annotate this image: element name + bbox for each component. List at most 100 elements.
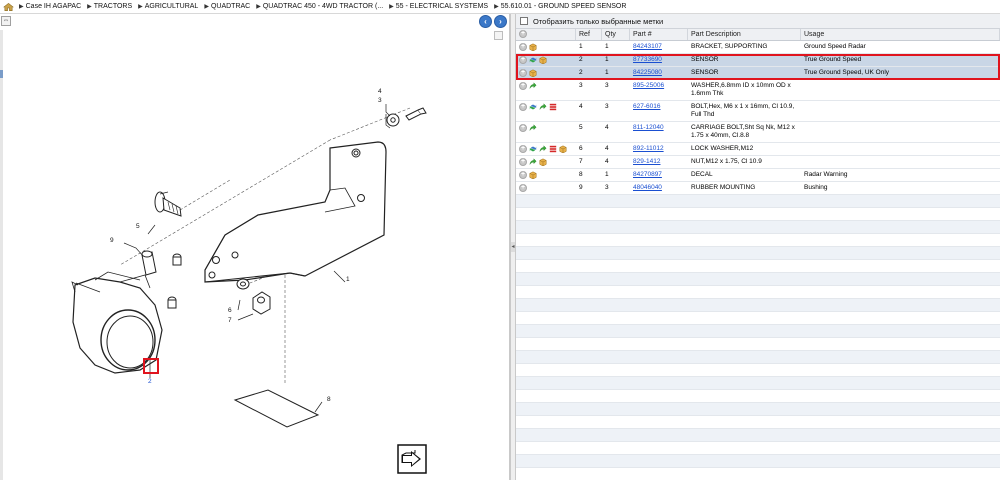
notes-list-icon[interactable]	[549, 145, 557, 153]
add-to-cart-icon[interactable]	[519, 184, 527, 192]
part-number-link[interactable]: 895-25006	[633, 82, 664, 89]
empty-row	[516, 403, 1000, 416]
cell-description: SENSOR	[691, 69, 719, 76]
cell-qty: 3	[605, 184, 609, 191]
notes-list-icon[interactable]	[549, 103, 557, 111]
add-to-cart-icon[interactable]	[519, 69, 527, 77]
package-icon[interactable]	[529, 69, 537, 77]
breadcrumb-item[interactable]: ▶ 55.610.01 - GROUND SPEED SENSOR	[494, 3, 626, 10]
table-row[interactable]: 8 1 84270897 DECAL Radar Warning	[516, 169, 1000, 182]
cell-description: CARRIAGE BOLT,Sht Sq Nk, M12 x 1.75 x 40…	[691, 124, 795, 139]
cell-ref: 7	[579, 158, 583, 165]
breadcrumb-label: QUADTRAC	[210, 3, 251, 10]
table-row[interactable]: 3 3 895-25006 WASHER,6.8mm ID x 10mm OD x 1…	[516, 80, 1000, 101]
empty-row	[516, 364, 1000, 377]
splitter-grip-icon[interactable]: ◂	[511, 242, 515, 252]
bracket-part[interactable]	[204, 141, 387, 283]
empty-row	[516, 286, 1000, 299]
part-number-link[interactable]: 811-12040	[633, 124, 664, 131]
cell-qty: 1	[605, 171, 609, 178]
sensor-part[interactable]	[71, 271, 163, 374]
empty-row	[516, 273, 1000, 286]
forward-arrow-icon[interactable]	[529, 124, 537, 132]
show-selected-only-checkbox[interactable]	[520, 17, 528, 25]
home-icon[interactable]	[3, 2, 14, 12]
cell-part-number: 48046040	[630, 182, 688, 194]
row-actions	[516, 156, 576, 168]
callout-4[interactable]: 4	[378, 88, 382, 95]
package-icon[interactable]	[559, 145, 567, 153]
bolt-part[interactable]	[386, 107, 427, 127]
header-usage[interactable]: Usage	[801, 29, 1000, 40]
add-to-cart-icon[interactable]	[519, 158, 527, 166]
breadcrumb-item[interactable]: ▶ QUADTRAC	[204, 3, 250, 10]
collapse-icon[interactable]: ⇔	[1, 16, 11, 26]
forward-arrow-icon[interactable]	[539, 145, 547, 153]
previous-diagram-button[interactable]: ‹	[479, 15, 492, 28]
breadcrumb-item[interactable]: ▶ 55 - ELECTRICAL SYSTEMS	[389, 3, 488, 10]
callout-5[interactable]: 5	[136, 223, 140, 230]
table-row[interactable]: 2 1 84225080 SENSOR True Ground Speed, UK On…	[516, 67, 1000, 80]
callout-3[interactable]: 3	[378, 97, 382, 104]
replacement-icon[interactable]	[529, 103, 537, 111]
cell-description: WASHER,6.8mm ID x 10mm OD x 1.6mm Thk	[691, 82, 791, 97]
forward-arrow-icon[interactable]	[529, 82, 537, 90]
table-row[interactable]: 7 4 829-1412 NUT,M12 x 1.75, Cl 10.9	[516, 156, 1000, 169]
navigate-arrow-icon[interactable]	[397, 444, 427, 474]
replacement-icon[interactable]	[529, 56, 537, 64]
replacement-icon[interactable]	[529, 145, 537, 153]
callout-1[interactable]: 1	[346, 276, 350, 283]
table-row[interactable]: 6 4 892-11012 LOCK WASHER,M12	[516, 143, 1000, 156]
header-part-number[interactable]: Part #	[630, 29, 688, 40]
callout-6[interactable]: 6	[228, 307, 232, 314]
breadcrumb-item[interactable]: ▶ Case IH AGAPAC	[19, 3, 81, 10]
header-part-description[interactable]: Part Description	[688, 29, 801, 40]
cell-qty: 3	[605, 82, 609, 89]
part-number-link[interactable]: 627-6016	[633, 103, 660, 110]
empty-row	[516, 429, 1000, 442]
decal-part[interactable]	[233, 389, 320, 428]
breadcrumb-item[interactable]: ▶ AGRICULTURAL	[138, 3, 198, 10]
header-ref[interactable]: Ref	[576, 29, 602, 40]
part-number-link[interactable]: 84225080	[633, 69, 662, 76]
package-icon[interactable]	[539, 158, 547, 166]
part-number-link[interactable]: 87733690	[633, 56, 662, 63]
add-to-cart-icon[interactable]	[519, 56, 527, 64]
add-to-cart-icon[interactable]	[519, 43, 527, 51]
add-to-cart-icon[interactable]	[519, 171, 527, 179]
breadcrumb-item[interactable]: ▶ TRACTORS	[87, 3, 132, 10]
carriage-bolt-part[interactable]	[154, 191, 182, 217]
forward-arrow-icon[interactable]	[539, 103, 547, 111]
part-number-link[interactable]: 84243107	[633, 43, 662, 50]
callout-7[interactable]: 7	[228, 317, 232, 324]
table-row[interactable]: 1 1 84243107 BRACKET, SUPPORTING Ground Spee…	[516, 41, 1000, 54]
cell-ref: 5	[579, 124, 583, 131]
next-diagram-button[interactable]: ›	[494, 15, 507, 28]
part-number-link[interactable]: 48046040	[633, 184, 662, 191]
add-to-cart-icon[interactable]	[519, 103, 527, 111]
callout-8[interactable]: 8	[327, 396, 331, 403]
breadcrumb-item[interactable]: ▶ QUADTRAC 450 - 4WD TRACTOR (...	[256, 3, 383, 10]
header-qty[interactable]: Qty	[602, 29, 630, 40]
part-number-link[interactable]: 829-1412	[633, 158, 660, 165]
callout-2-highlighted[interactable]: 2	[148, 378, 152, 385]
add-to-cart-icon[interactable]	[519, 82, 527, 90]
callout-9[interactable]: 9	[110, 237, 114, 244]
cell-description: RUBBER MOUNTING	[691, 184, 756, 191]
package-icon[interactable]	[529, 171, 537, 179]
nut-part[interactable]	[252, 291, 271, 315]
lock-washer-part[interactable]	[236, 278, 250, 290]
package-icon[interactable]	[539, 56, 547, 64]
package-icon[interactable]	[529, 43, 537, 51]
add-all-icon[interactable]	[519, 30, 527, 38]
cell-qty: 4	[605, 158, 609, 165]
forward-arrow-icon[interactable]	[529, 158, 537, 166]
table-row[interactable]: 5 4 811-12040 CARRIAGE BOLT,Sht Sq Nk, M12 …	[516, 122, 1000, 143]
table-row[interactable]: 4 3 627-6016 BOLT,Hex, M6 x 1 x 16mm, Cl 10…	[516, 101, 1000, 122]
add-to-cart-icon[interactable]	[519, 124, 527, 132]
part-number-link[interactable]: 84270897	[633, 171, 662, 178]
table-row[interactable]: 2 1 87733690 SENSOR True Ground Speed	[516, 54, 1000, 67]
table-row[interactable]: 9 3 48046040 RUBBER MOUNTING Bushing	[516, 182, 1000, 195]
add-to-cart-icon[interactable]	[519, 145, 527, 153]
part-number-link[interactable]: 892-11012	[633, 145, 664, 152]
